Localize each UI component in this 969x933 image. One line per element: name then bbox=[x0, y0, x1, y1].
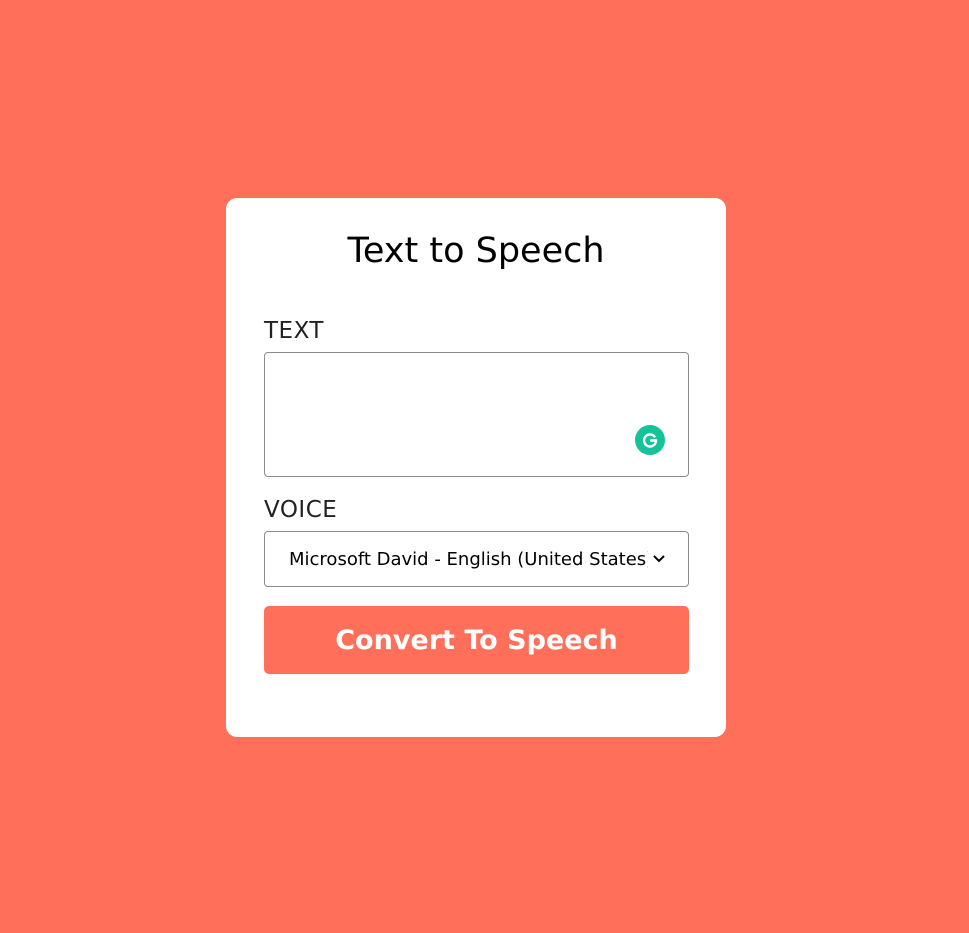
text-input-container bbox=[264, 352, 689, 477]
convert-to-speech-button[interactable]: Convert To Speech bbox=[264, 606, 689, 674]
tts-card: Text to Speech TEXT VOICE Microsoft Davi… bbox=[226, 198, 726, 737]
chevron-down-icon bbox=[652, 552, 666, 566]
text-input[interactable] bbox=[265, 353, 688, 476]
page-title: Text to Speech bbox=[347, 231, 605, 271]
voice-select[interactable]: Microsoft David - English (United States… bbox=[264, 531, 689, 587]
voice-label: VOICE bbox=[264, 497, 338, 523]
text-label: TEXT bbox=[264, 318, 324, 344]
voice-select-value: Microsoft David - English (United States… bbox=[289, 548, 648, 570]
grammarly-icon[interactable] bbox=[635, 425, 665, 455]
